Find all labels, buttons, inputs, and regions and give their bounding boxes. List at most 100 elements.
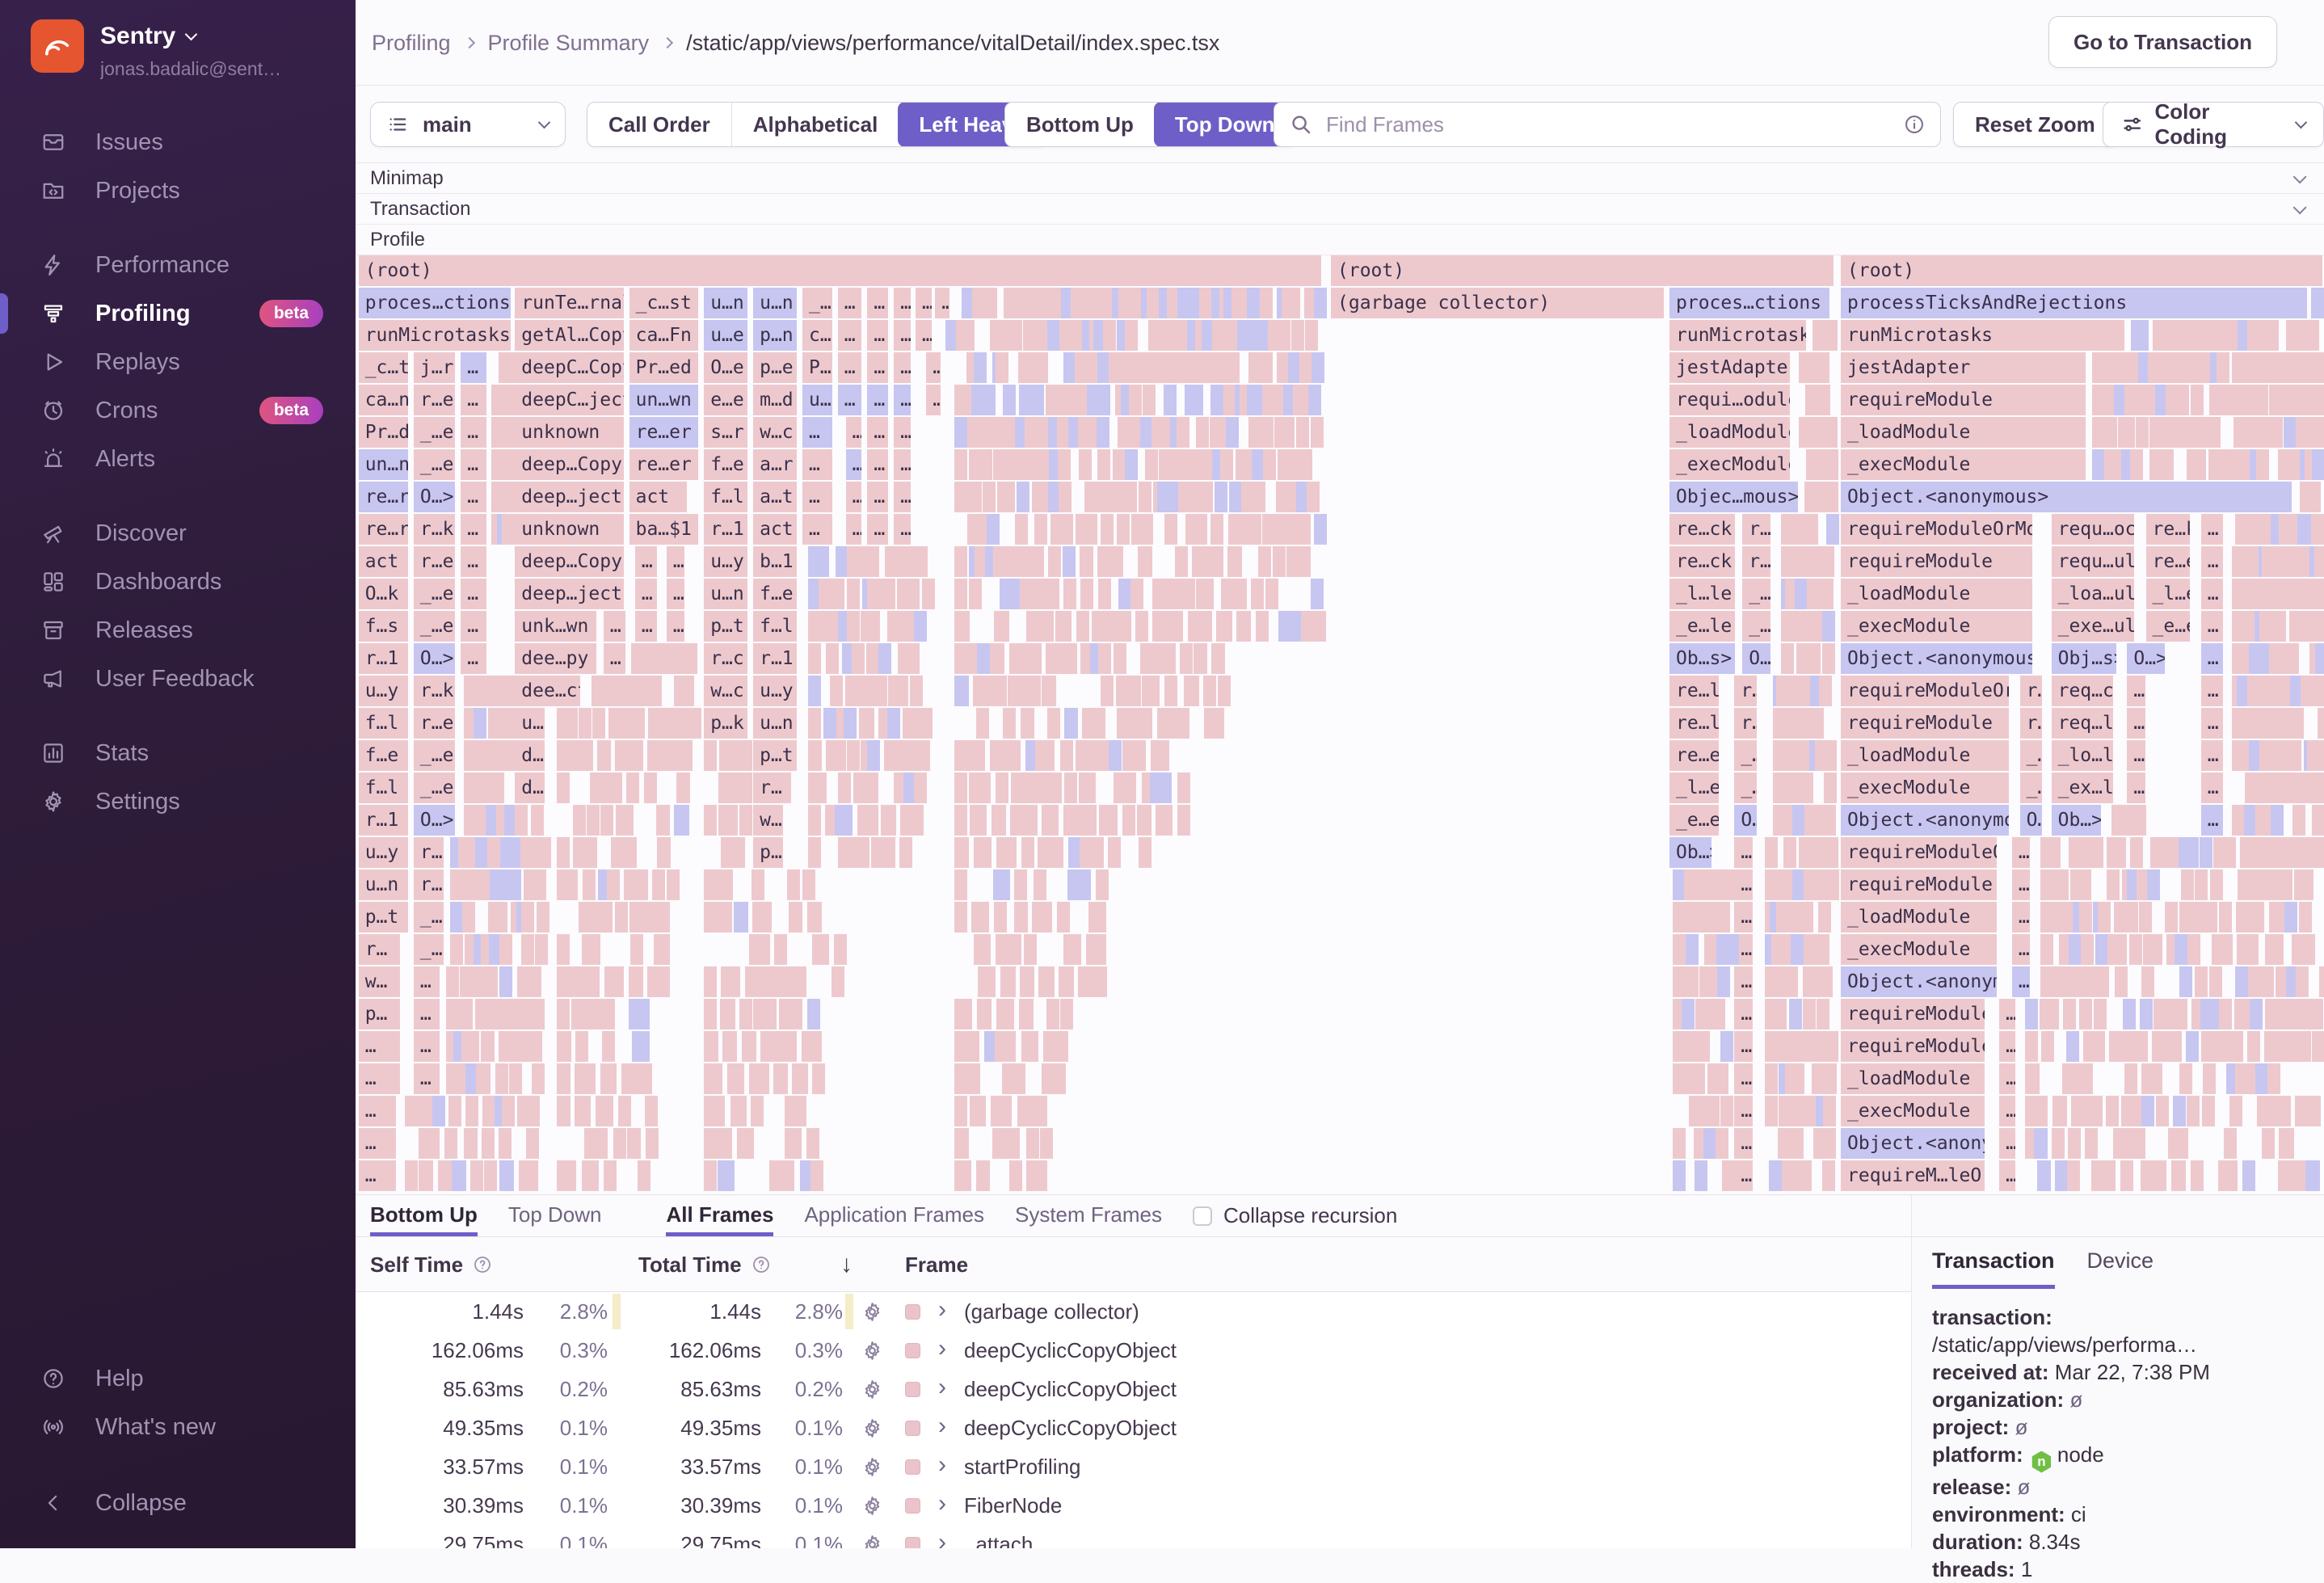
flame-cell-noise[interactable] bbox=[2188, 352, 2201, 383]
flame-cell-noise[interactable] bbox=[1079, 449, 1092, 480]
flame-cell[interactable]: … bbox=[867, 417, 888, 448]
flame-cell-noise[interactable] bbox=[1118, 579, 1131, 609]
flame-cell-noise[interactable] bbox=[2318, 708, 2324, 739]
flame-cell-noise[interactable] bbox=[2067, 1160, 2080, 1191]
flame-cell-noise[interactable] bbox=[866, 546, 879, 577]
flame-cell-noise[interactable] bbox=[807, 999, 820, 1029]
flame-cell-noise[interactable] bbox=[1248, 417, 1261, 448]
flame-cell-noise[interactable] bbox=[1113, 449, 1126, 480]
table-row[interactable]: 85.63ms0.2%85.63ms0.2%›deepCyclicCopyObj… bbox=[356, 1370, 1911, 1408]
flame-cell-noise[interactable] bbox=[2176, 352, 2189, 383]
flame-cell-noise[interactable] bbox=[1201, 579, 1214, 609]
flame-cell-noise[interactable] bbox=[582, 934, 600, 965]
flame-cell[interactable]: … bbox=[935, 288, 949, 318]
flame-cell-noise[interactable] bbox=[2195, 966, 2208, 997]
flame-cell-noise[interactable] bbox=[557, 999, 570, 1029]
flame-cell[interactable]: getAl…Copy bbox=[515, 320, 623, 351]
flame-cell[interactable]: re…r bbox=[359, 514, 408, 545]
flame-cell[interactable]: … bbox=[461, 482, 486, 512]
flame-cell-noise[interactable] bbox=[878, 643, 891, 674]
flame-cell-noise[interactable] bbox=[2193, 449, 2206, 480]
table-row[interactable]: 1.44s2.8%1.44s2.8%›(garbage collector) bbox=[356, 1292, 1911, 1331]
flame-cell[interactable]: … bbox=[2012, 934, 2030, 965]
flame-cell-noise[interactable] bbox=[1313, 611, 1326, 642]
flame-cell-noise[interactable] bbox=[1824, 773, 1837, 803]
flame-cell-noise[interactable] bbox=[557, 837, 570, 868]
flame-cell-noise[interactable] bbox=[974, 934, 991, 965]
flame-cell[interactable]: proces…ctions bbox=[1669, 288, 1829, 318]
flame-cell-noise[interactable] bbox=[632, 708, 645, 739]
flame-cell-noise[interactable] bbox=[737, 1128, 754, 1159]
flame-cell-noise[interactable] bbox=[2165, 902, 2178, 933]
flame-cell-noise[interactable] bbox=[2161, 449, 2174, 480]
flame-cell-noise[interactable] bbox=[520, 999, 533, 1029]
flame-cell-noise[interactable] bbox=[419, 1160, 433, 1191]
flame-cell-noise[interactable] bbox=[2284, 417, 2297, 448]
flame-cell-noise[interactable] bbox=[996, 837, 1017, 868]
flame-cell-noise[interactable] bbox=[2163, 352, 2176, 383]
flame-cell-noise[interactable] bbox=[579, 708, 592, 739]
flame-cell-noise[interactable] bbox=[1093, 708, 1105, 739]
flame-cell-noise[interactable] bbox=[659, 740, 672, 771]
flame-cell-noise[interactable] bbox=[609, 773, 622, 803]
table-row[interactable]: 30.39ms0.1%30.39ms0.1%›FiberNode bbox=[356, 1486, 1911, 1525]
flame-cell[interactable]: … bbox=[359, 1096, 397, 1126]
flame-cell-noise[interactable] bbox=[920, 708, 933, 739]
flame-cell-noise[interactable] bbox=[994, 676, 1007, 706]
flame-cell[interactable]: deep…Copy bbox=[515, 546, 623, 577]
flame-cell-noise[interactable] bbox=[648, 708, 661, 739]
flame-cell-noise[interactable] bbox=[2090, 1096, 2103, 1126]
flame-cell-noise[interactable] bbox=[1097, 449, 1110, 480]
flame-cell-noise[interactable] bbox=[475, 999, 488, 1029]
flame-cell-noise[interactable] bbox=[1157, 579, 1170, 609]
flame-cell[interactable]: r…c bbox=[704, 643, 747, 674]
flame-cell-noise[interactable] bbox=[505, 385, 518, 415]
flame-cell-noise[interactable] bbox=[1135, 708, 1153, 739]
flame-cell[interactable]: Object.<anonymous> bbox=[1841, 482, 2292, 512]
flame-cell-noise[interactable] bbox=[626, 773, 639, 803]
frame-settings-gear-icon[interactable] bbox=[861, 1370, 886, 1408]
flame-cell[interactable]: d… bbox=[515, 773, 545, 803]
flame-cell[interactable]: … bbox=[667, 611, 684, 642]
flame-cell-noise[interactable] bbox=[2113, 837, 2126, 868]
flame-cell-noise[interactable] bbox=[1227, 546, 1242, 577]
flame-cell[interactable]: … bbox=[1734, 966, 1752, 997]
flame-cell-noise[interactable] bbox=[521, 902, 534, 933]
flame-cell-noise[interactable] bbox=[557, 1063, 571, 1094]
flame-cell-noise[interactable] bbox=[999, 546, 1012, 577]
flame-cell-noise[interactable] bbox=[1059, 966, 1073, 997]
flame-cell-noise[interactable] bbox=[499, 1128, 512, 1159]
flame-cell-noise[interactable] bbox=[899, 837, 912, 868]
flame-cell-noise[interactable] bbox=[2219, 902, 2232, 933]
sidebar-item-settings[interactable]: Settings bbox=[0, 777, 356, 826]
flame-cell-noise[interactable] bbox=[2201, 1031, 2214, 1062]
flame-cell-noise[interactable] bbox=[996, 999, 1014, 1029]
flame-cell-noise[interactable] bbox=[2280, 869, 2292, 900]
flame-cell-noise[interactable] bbox=[2120, 1160, 2133, 1191]
flame-cell[interactable]: _… bbox=[414, 934, 444, 965]
flame-cell-noise[interactable] bbox=[983, 385, 996, 415]
flame-cell-noise[interactable] bbox=[1034, 869, 1046, 900]
flame-cell[interactable]: _loadModule bbox=[1841, 740, 2009, 771]
flame-cell-noise[interactable] bbox=[954, 902, 967, 933]
flame-cell-noise[interactable] bbox=[1108, 837, 1121, 868]
flame-cell-noise[interactable] bbox=[2176, 385, 2189, 415]
flame-cell[interactable]: requ…ule bbox=[2052, 546, 2135, 577]
flame-cell[interactable]: _… bbox=[1742, 611, 1770, 642]
flame-cell-noise[interactable] bbox=[584, 837, 597, 868]
flame-cell-noise[interactable] bbox=[482, 1096, 495, 1126]
flame-cell[interactable]: p…t bbox=[753, 740, 797, 771]
flame-cell-noise[interactable] bbox=[484, 1160, 497, 1191]
flame-cell-noise[interactable] bbox=[1060, 999, 1073, 1029]
flame-cell-noise[interactable] bbox=[971, 902, 989, 933]
frame-settings-gear-icon[interactable] bbox=[861, 1486, 886, 1525]
flame-cell-noise[interactable] bbox=[2296, 966, 2309, 997]
flame-cell[interactable]: _…e bbox=[414, 611, 456, 642]
flame-cell-noise[interactable] bbox=[630, 934, 643, 965]
flame-cell-noise[interactable] bbox=[742, 1031, 756, 1062]
frame-settings-gear-icon[interactable] bbox=[861, 1331, 886, 1370]
flame-cell[interactable]: r… bbox=[2020, 708, 2042, 739]
flame-cell-noise[interactable] bbox=[2101, 1160, 2116, 1191]
flame-cell[interactable]: _c…st bbox=[629, 288, 699, 318]
flame-cell-noise[interactable] bbox=[1181, 449, 1194, 480]
